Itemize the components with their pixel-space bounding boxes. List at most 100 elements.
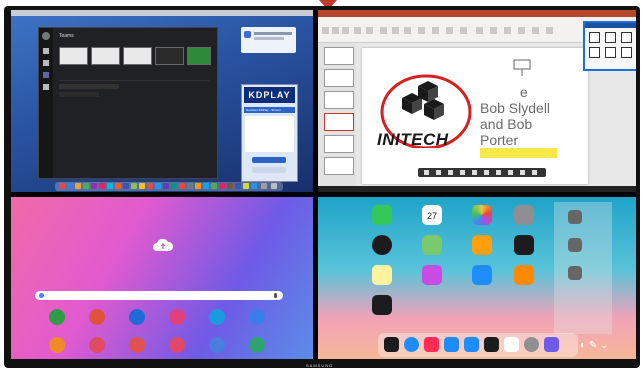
teams-tile-2[interactable] (91, 47, 120, 65)
photos-icon[interactable] (472, 205, 492, 225)
teams-window[interactable]: Teams (38, 27, 218, 179)
ribbon-icon[interactable] (504, 27, 511, 34)
teams-tile-5[interactable] (187, 47, 211, 65)
dock-icon[interactable] (227, 183, 233, 189)
dock-icon[interactable] (99, 183, 105, 189)
ribbon-icon[interactable] (342, 27, 349, 34)
kdplay-disconnect-button[interactable] (252, 167, 286, 173)
system-tray-icons[interactable]: ◐ ✎ ⌄ (580, 340, 608, 351)
facetime-icon[interactable] (372, 205, 392, 225)
slide-thumbnail-panel[interactable] (318, 43, 356, 188)
close-icon[interactable] (532, 170, 537, 175)
ribbon-icon[interactable] (404, 27, 411, 34)
highlighted-text-box[interactable] (480, 148, 557, 158)
side-panel-item[interactable] (568, 238, 582, 252)
slide-title-line-3[interactable]: Porter (480, 132, 518, 148)
files-icon[interactable] (464, 337, 479, 352)
dock-icon[interactable] (203, 183, 209, 189)
dock-icon[interactable] (179, 183, 185, 189)
camera-icon[interactable] (129, 309, 145, 325)
slide-thumbnail[interactable] (324, 91, 354, 109)
ribbon-icon[interactable] (418, 27, 425, 34)
ribbon-icon[interactable] (432, 27, 439, 34)
game-icon[interactable] (544, 337, 559, 352)
dock-icon[interactable] (91, 183, 97, 189)
mac-dock[interactable] (55, 182, 283, 191)
k-app-2-icon[interactable] (504, 337, 519, 352)
highlighter-icon[interactable] (496, 170, 501, 175)
voice-memos-icon[interactable] (372, 295, 392, 315)
dock-icon[interactable] (83, 183, 89, 189)
dock-icon[interactable] (211, 183, 217, 189)
slide-title-partial[interactable]: e (520, 84, 528, 100)
kdplay-window[interactable]: KDPLAY Receiver KDPlay - Screen (241, 84, 298, 182)
dock-icon[interactable] (155, 183, 161, 189)
undo-icon[interactable] (424, 170, 429, 175)
mic-icon[interactable] (274, 293, 277, 298)
layout-option[interactable] (621, 47, 632, 58)
redo-icon[interactable] (436, 170, 441, 175)
teams-tile-3[interactable] (123, 47, 152, 65)
activity-icon[interactable] (43, 48, 49, 54)
home-icon[interactable] (472, 235, 492, 255)
dock-icon[interactable] (131, 183, 137, 189)
teams-message[interactable] (59, 84, 119, 89)
dock-icon[interactable] (261, 183, 267, 189)
layout-selector-panel[interactable] (583, 21, 636, 71)
slide-thumbnail[interactable] (324, 157, 354, 175)
dock-icon[interactable] (139, 183, 145, 189)
dock-icon[interactable] (219, 183, 225, 189)
dock-icon[interactable] (115, 183, 121, 189)
k-app-icon[interactable] (484, 337, 499, 352)
teams-tile-4[interactable] (155, 47, 184, 65)
quadrant-macos[interactable]: Teams KDPLAY Receiver KDPlay - Screen (11, 10, 313, 192)
calendar-icon[interactable] (43, 84, 49, 90)
eraser-icon[interactable] (472, 170, 477, 175)
side-panel-item[interactable] (568, 266, 582, 280)
ribbon-paste-icon[interactable] (322, 27, 329, 34)
trash-icon[interactable] (271, 183, 277, 189)
dock-icon[interactable] (75, 183, 81, 189)
slide-title-line-1[interactable]: Bob Slydell (480, 100, 550, 116)
ribbon-icon[interactable] (476, 27, 483, 34)
avatar[interactable] (42, 32, 50, 40)
ribbon-icon[interactable] (392, 27, 399, 34)
clock-icon[interactable] (372, 235, 392, 255)
dock-icon[interactable] (147, 183, 153, 189)
ribbon-icon[interactable] (546, 27, 553, 34)
ribbon-icon[interactable] (490, 27, 497, 34)
gallery-icon[interactable] (169, 309, 185, 325)
dock-icon[interactable] (171, 183, 177, 189)
ipad-dock[interactable] (378, 333, 578, 357)
settings-icon[interactable] (524, 337, 539, 352)
teams-icon[interactable] (43, 72, 49, 78)
layout-option[interactable] (605, 32, 616, 43)
chat-icon[interactable] (43, 60, 49, 66)
quadrant-android[interactable] (11, 197, 313, 359)
phone-icon[interactable] (49, 309, 65, 325)
slide-title-line-2[interactable]: and Bob (480, 116, 532, 132)
ribbon-icon[interactable] (366, 27, 373, 34)
files-icon[interactable] (49, 337, 65, 353)
dock-icon[interactable] (123, 183, 129, 189)
layout-option[interactable] (589, 32, 600, 43)
powerpoint-title-bar[interactable] (318, 10, 636, 17)
ribbon-icon[interactable] (332, 27, 339, 34)
side-panel[interactable] (554, 202, 612, 334)
clear-icon[interactable] (520, 170, 525, 175)
ribbon-icon[interactable] (354, 27, 361, 34)
pen-icon[interactable] (448, 170, 453, 175)
books-icon[interactable] (514, 265, 534, 285)
notes-icon[interactable] (372, 265, 392, 285)
annotation-toolbar[interactable] (418, 168, 546, 177)
slide-thumbnail-active[interactable] (324, 113, 354, 131)
teams-sidebar[interactable] (39, 28, 53, 178)
layout-option[interactable] (589, 47, 600, 58)
mac-menu-bar[interactable] (11, 10, 313, 16)
dock-icon[interactable] (235, 183, 241, 189)
slide-thumbnail[interactable] (324, 135, 354, 153)
shape-icon[interactable] (484, 170, 489, 175)
arrow-icon[interactable] (460, 170, 465, 175)
contacts-icon[interactable] (89, 309, 105, 325)
side-panel-item[interactable] (568, 210, 582, 224)
